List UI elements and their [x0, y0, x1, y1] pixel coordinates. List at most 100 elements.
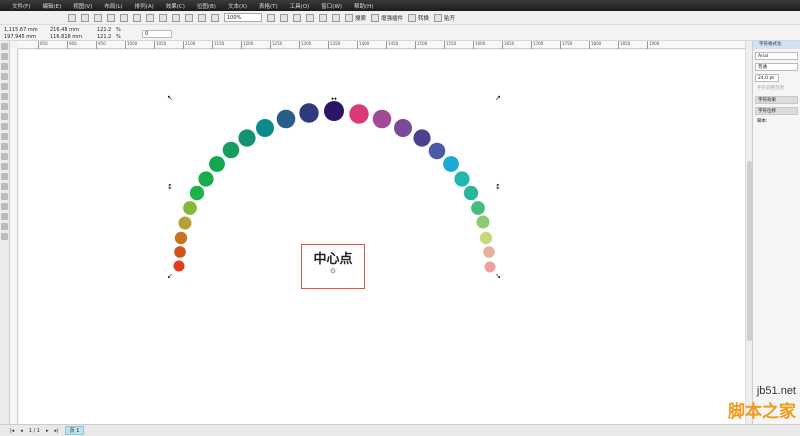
char-shift-section[interactable]: 字符位移: [755, 107, 798, 115]
toolbox-tool-icon[interactable]: [1, 103, 8, 110]
toolbox-tool-icon[interactable]: [1, 233, 8, 240]
zoom-width-icon[interactable]: [306, 13, 314, 22]
font-size-field[interactable]: 24.0 pt: [755, 74, 779, 82]
ruler-tick-label: 1050: [154, 41, 166, 49]
toolbox-tool-icon[interactable]: [1, 53, 8, 60]
ruler-tick-label: 1400: [357, 41, 369, 49]
toolbox-tool-icon[interactable]: [1, 213, 8, 220]
ruler-tick-label: 1750: [560, 41, 572, 49]
char-effects-section[interactable]: 字符效果: [755, 96, 798, 104]
toolbox-tool-icon[interactable]: [1, 63, 8, 70]
plugin-button[interactable]: 增强插件: [371, 13, 403, 22]
menu-item[interactable]: 位图(B): [197, 2, 216, 10]
zoom-in-icon[interactable]: [267, 13, 275, 22]
ruler-tick-label: 1700: [531, 41, 543, 49]
import-icon[interactable]: [185, 13, 193, 22]
menu-item[interactable]: 编辑(E): [42, 2, 61, 10]
prev-page-button[interactable]: ◂: [20, 428, 23, 434]
export-icon[interactable]: [198, 13, 206, 22]
snap-button[interactable]: 贴齐: [434, 13, 455, 22]
menu-item[interactable]: 排列(A): [135, 2, 154, 10]
cut-icon[interactable]: [120, 13, 128, 22]
convert-icon: [408, 13, 417, 22]
ruler-tick-label: 1650: [502, 41, 514, 49]
menu-item[interactable]: 文件(F): [12, 2, 30, 10]
print-icon[interactable]: [107, 13, 115, 22]
scale-y-field[interactable]: 121.2: [97, 34, 111, 40]
ruler-tick-label: 1300: [299, 41, 311, 49]
font-select[interactable]: Arial: [755, 52, 798, 60]
rotation-center-icon[interactable]: ⊙: [302, 267, 364, 275]
toolbox-tool-icon[interactable]: [1, 173, 8, 180]
menu-item[interactable]: 表格(T): [259, 2, 278, 10]
convert-button[interactable]: 转换: [408, 13, 429, 22]
status-bar: |◂ ◂ 1 / 1 ▸ ▸| 页 1: [0, 424, 800, 436]
snap-to-icon: [434, 13, 443, 22]
snap-icon[interactable]: [332, 13, 340, 22]
menu-item[interactable]: 工具(O): [290, 2, 310, 10]
toolbox-tool-icon[interactable]: [1, 143, 8, 150]
menu-item[interactable]: 效果(C): [166, 2, 185, 10]
ruler-tick-label: 1250: [270, 41, 282, 49]
height-field[interactable]: 116.818 mm: [50, 34, 82, 40]
watermark-url: jb51.net: [756, 385, 796, 397]
menu-item[interactable]: 文本(X): [228, 2, 247, 10]
save-icon[interactable]: [94, 13, 102, 22]
toolbox-tool-icon[interactable]: [1, 123, 8, 130]
ruler-tick-label: 1100: [183, 41, 195, 49]
zoom-fit-icon[interactable]: [319, 13, 327, 22]
search-button[interactable]: 搜索: [345, 13, 366, 22]
font-style-select[interactable]: 普通: [755, 63, 798, 71]
first-page-button[interactable]: |◂: [10, 428, 14, 434]
open-icon[interactable]: [81, 13, 89, 22]
rotation-angle-field[interactable]: 0: [142, 30, 172, 38]
drawing-canvas[interactable]: 中心点 ⊙: [19, 50, 745, 424]
standard-toolbar: 100% 搜索 增强插件 转换 贴齐: [0, 11, 800, 25]
watermark-logo-text: 脚本之家: [728, 402, 796, 422]
center-point-label: 中心点: [313, 252, 353, 267]
toolbox-tool-icon[interactable]: [1, 163, 8, 170]
toolbox-tool-icon[interactable]: [1, 83, 8, 90]
zoom-select[interactable]: 100%: [224, 13, 262, 22]
toolbox-tool-icon[interactable]: [1, 193, 8, 200]
ruler-tick-label: 850: [38, 41, 48, 49]
menu-item[interactable]: 布局(L): [104, 2, 122, 10]
toolbox-tool-icon[interactable]: [1, 73, 8, 80]
vertical-ruler: [10, 49, 18, 424]
menu-item[interactable]: 窗口(W): [321, 2, 342, 10]
ruler-tick-label: 950: [96, 41, 106, 49]
toolbox-tool-icon[interactable]: [1, 203, 8, 210]
scale-x-field[interactable]: 121.2: [97, 27, 111, 33]
toolbox-tool-icon[interactable]: [1, 223, 8, 230]
next-page-button[interactable]: ▸: [46, 428, 49, 434]
toolbox-tool-icon[interactable]: [1, 153, 8, 160]
new-icon[interactable]: [68, 13, 76, 22]
center-point-box[interactable]: 中心点 ⊙: [301, 244, 365, 289]
docker-title: 字符格式化: [753, 41, 800, 49]
toolbox-tool-icon[interactable]: [1, 183, 8, 190]
toolbox-tool-icon[interactable]: [1, 133, 8, 140]
percent-x-label: %: [116, 27, 121, 33]
menu-item[interactable]: 视图(V): [73, 2, 92, 10]
menu-item[interactable]: 帮助(H): [354, 2, 373, 10]
y-position-field[interactable]: 197.945 mm: [4, 34, 36, 40]
ruler-tick-label: 1450: [386, 41, 398, 49]
ruler-tick-label: 1550: [444, 41, 456, 49]
zoom-page-icon[interactable]: [293, 13, 301, 22]
vertical-scrollbar[interactable]: [745, 41, 752, 424]
toolbox-tool-icon[interactable]: [1, 93, 8, 100]
redo-icon[interactable]: [172, 13, 180, 22]
ruler-tick-label: 1850: [618, 41, 630, 49]
toolbox-tool-icon[interactable]: [1, 113, 8, 120]
copy-icon[interactable]: [133, 13, 141, 22]
zoom-out-icon[interactable]: [280, 13, 288, 22]
publish-icon[interactable]: [211, 13, 219, 22]
width-field[interactable]: 216.48 mm: [50, 27, 79, 33]
last-page-button[interactable]: ▸|: [54, 428, 58, 434]
x-position-field[interactable]: 1,115.67 mm: [4, 27, 38, 33]
undo-icon[interactable]: [159, 13, 167, 22]
page-tab[interactable]: 页 1: [64, 426, 85, 435]
paste-icon[interactable]: [146, 13, 154, 22]
ruler-tick-label: 1800: [589, 41, 601, 49]
toolbox-tool-icon[interactable]: [1, 43, 8, 50]
